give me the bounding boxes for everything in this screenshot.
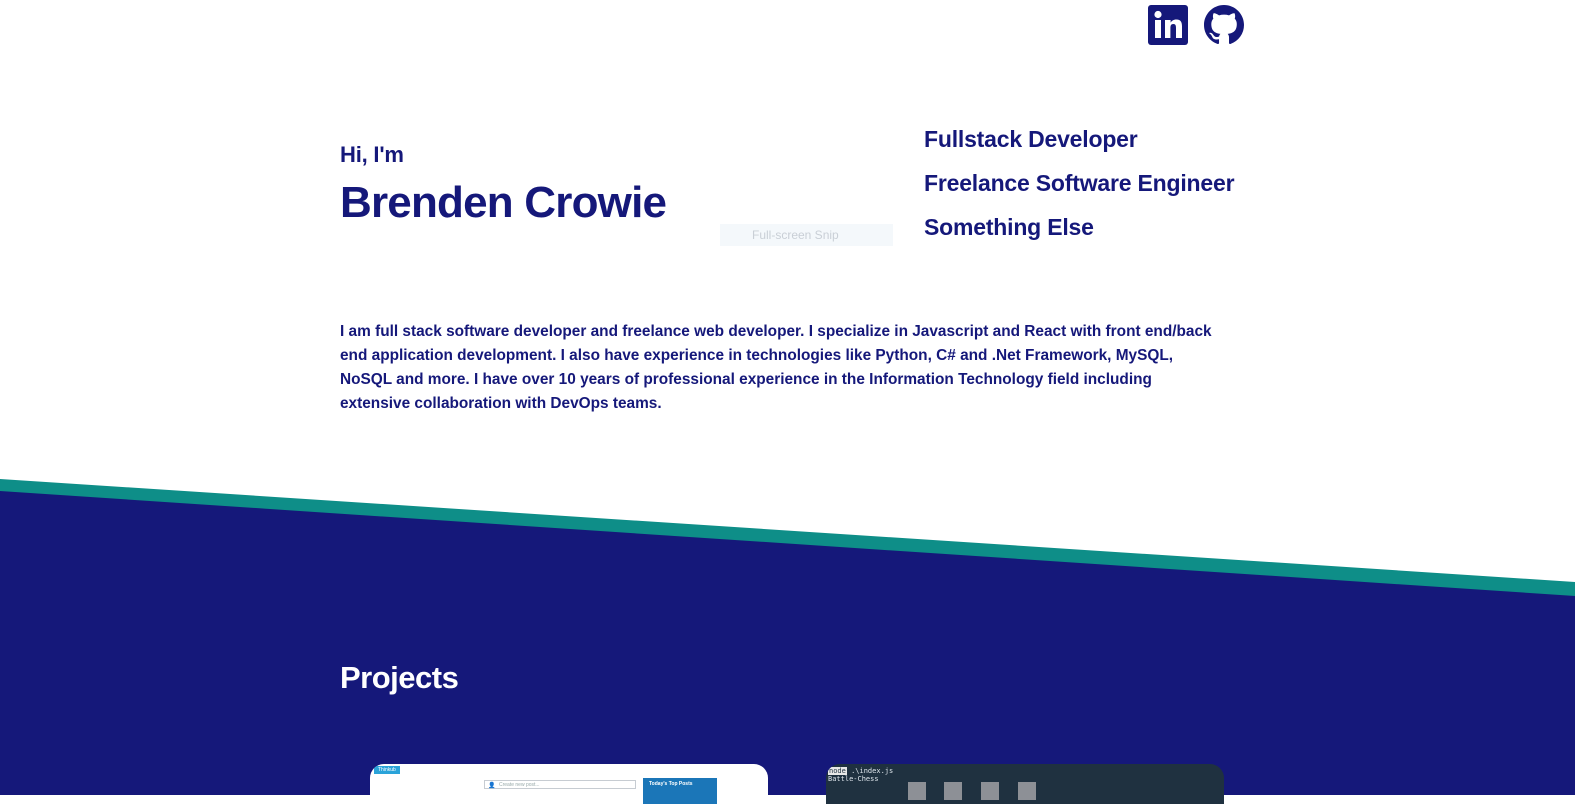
linkedin-link[interactable] xyxy=(1148,5,1188,45)
terminal-command: node xyxy=(828,767,847,775)
github-link[interactable] xyxy=(1204,5,1244,45)
roles-list: Fullstack Developer Freelance Software E… xyxy=(924,124,1235,256)
board-square xyxy=(944,782,962,800)
project-badge: Thinkub xyxy=(374,766,400,774)
role-item: Something Else xyxy=(924,214,1094,240)
board-square xyxy=(908,782,926,800)
github-icon xyxy=(1204,5,1244,45)
board-square xyxy=(1018,782,1036,800)
hero-intro: Hi, I'm Brenden Crowie xyxy=(340,142,667,229)
project-card[interactable]: Thinkub Create new post... 👤 Today's Top… xyxy=(370,764,768,804)
social-links xyxy=(1148,5,1244,45)
bio-text: I am full stack software developer and f… xyxy=(340,323,1212,412)
greeting-text: Hi, I'm xyxy=(340,142,404,167)
section-divider xyxy=(0,479,1575,795)
project-preview-panel: Today's Top Posts xyxy=(643,778,717,804)
role-item: Fullstack Developer xyxy=(924,126,1138,152)
terminal-arg: .\index.js xyxy=(851,767,894,775)
linkedin-icon xyxy=(1148,5,1188,45)
role-item: Freelance Software Engineer xyxy=(924,170,1235,196)
terminal-line: node .\index.js xyxy=(828,767,893,775)
hero-name: Brenden Crowie xyxy=(340,178,667,227)
terminal-output: Battle-Chess xyxy=(828,775,879,783)
project-card[interactable]: node .\index.js Battle-Chess xyxy=(826,764,1224,804)
projects-title: Projects xyxy=(340,660,459,695)
user-icon: 👤 xyxy=(488,783,496,789)
snip-overlay[interactable]: Full-screen Snip xyxy=(720,224,893,246)
project-preview-input: Create new post... xyxy=(484,780,636,789)
board-square xyxy=(981,782,999,800)
